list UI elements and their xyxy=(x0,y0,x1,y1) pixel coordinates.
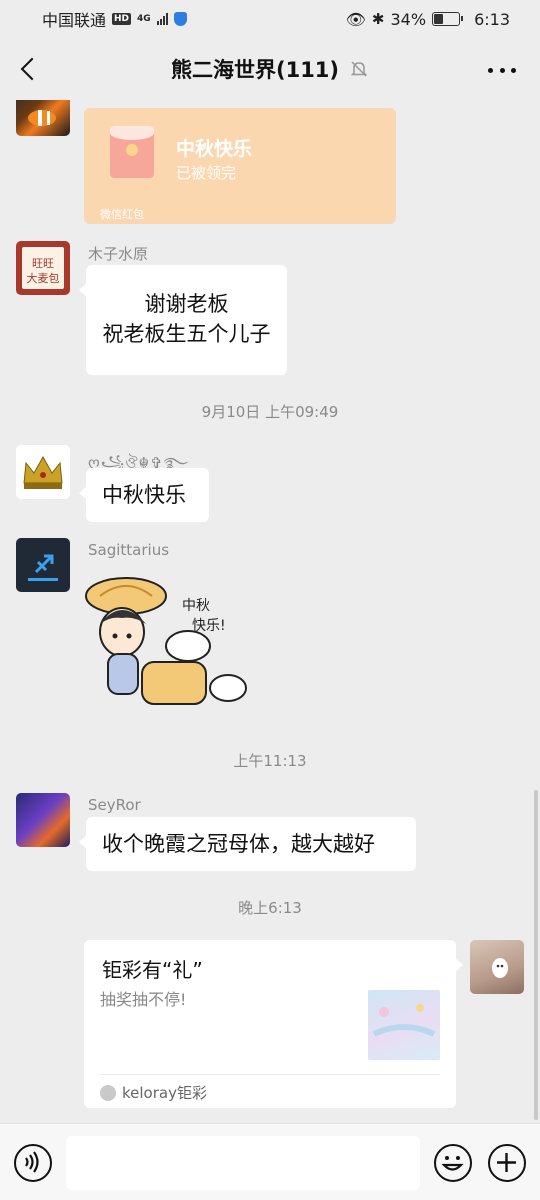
card-source-name: keloray钜彩 xyxy=(122,1084,207,1102)
message-bubble[interactable]: 中秋快乐 xyxy=(79,468,209,522)
plus-icon xyxy=(497,1153,516,1172)
message-input[interactable] xyxy=(66,1136,420,1190)
red-packet-status: 已被领完 xyxy=(176,164,237,182)
smiley-icon xyxy=(441,1156,464,1171)
scrollbar[interactable] xyxy=(534,790,538,1120)
more-functions-button[interactable] xyxy=(488,1144,526,1182)
message-list[interactable]: 中秋快乐 已被领完 微信红包 旺旺 大麦包 木子水原 谢谢老板 祝老板生五个儿子 … xyxy=(0,100,540,1123)
sender-name: SeyRor xyxy=(88,796,141,814)
message-line: 谢谢老板 xyxy=(144,292,229,316)
svg-text:大麦包: 大麦包 xyxy=(27,271,60,285)
red-packet-icon xyxy=(110,126,154,178)
timestamp: 9月10日 上午09:49 xyxy=(201,403,339,421)
sender-name: 木子水原 xyxy=(88,245,149,263)
card-divider xyxy=(100,1074,440,1075)
chat-title: 熊二海世界(111) xyxy=(171,54,369,84)
message-text: 中秋快乐 xyxy=(102,483,186,507)
sticker-text: 中秋 xyxy=(182,598,210,614)
avatar-clownfish[interactable] xyxy=(16,100,70,136)
input-bar xyxy=(0,1123,540,1200)
signal-icon xyxy=(156,13,168,25)
chat-header: 熊二海世界(111) xyxy=(0,38,540,100)
sender-name: Sagittarius xyxy=(88,541,170,559)
avatar-sagittarius[interactable] xyxy=(16,538,70,592)
avatar-self[interactable] xyxy=(470,940,524,994)
mooncake-sticker[interactable]: 中秋 快乐! xyxy=(84,570,254,720)
sticker-text: 快乐! xyxy=(192,618,226,634)
message-text: 收个晚霞之冠母体，越大越好 xyxy=(102,832,375,856)
card-thumbnail xyxy=(368,990,440,1060)
card-title: 钜彩有“礼” xyxy=(102,958,203,982)
shield-icon xyxy=(173,12,187,26)
network-type: 4G xyxy=(137,14,151,24)
card-description: 抽奖抽不停! xyxy=(100,990,187,1009)
bluetooth-icon: ✱ xyxy=(371,10,385,28)
eye-icon: 👁 xyxy=(345,9,366,29)
timestamp: 上午11:13 xyxy=(233,752,307,770)
more-options-button[interactable] xyxy=(488,56,516,84)
voice-input-button[interactable] xyxy=(14,1144,52,1182)
battery-percent: 34% xyxy=(390,9,427,29)
voice-icon xyxy=(25,1151,39,1173)
message-line: 祝老板生五个儿子 xyxy=(102,322,271,346)
avatar-muzi[interactable]: 旺旺 大麦包 xyxy=(16,241,70,295)
source-logo-icon xyxy=(100,1084,116,1101)
card-source: keloray钜彩 xyxy=(100,1082,207,1103)
shared-link-card[interactable]: 钜彩有“礼” 抽奖抽不停! keloray钜彩 xyxy=(84,940,463,1108)
red-packet-label: 微信红包 xyxy=(100,208,144,221)
emoji-button[interactable] xyxy=(434,1144,472,1182)
timestamp: 晚上6:13 xyxy=(238,899,302,917)
battery-icon xyxy=(432,12,464,26)
hd-icon: HD xyxy=(112,13,132,25)
mute-bell-icon xyxy=(349,59,369,79)
avatar-crown[interactable] xyxy=(16,445,70,499)
message-bubble[interactable]: 收个晚霞之冠母体，越大越好 xyxy=(79,817,416,871)
red-packet-card[interactable]: 中秋快乐 已被领完 微信红包 xyxy=(84,108,396,224)
back-button[interactable] xyxy=(16,54,42,84)
avatar-seyror[interactable] xyxy=(16,793,70,847)
message-bubble[interactable]: 谢谢老板 祝老板生五个儿子 xyxy=(79,265,287,375)
svg-text:旺旺: 旺旺 xyxy=(32,257,54,270)
group-name: 熊二海世界(111) xyxy=(170,58,340,82)
carrier-name: 中国联通 xyxy=(42,11,107,30)
red-packet-title: 中秋快乐 xyxy=(176,138,253,160)
clock: 6:13 xyxy=(474,9,510,29)
status-bar: 中国联通 HD 4G 👁 ✱ 34% 6:13 xyxy=(0,0,540,38)
